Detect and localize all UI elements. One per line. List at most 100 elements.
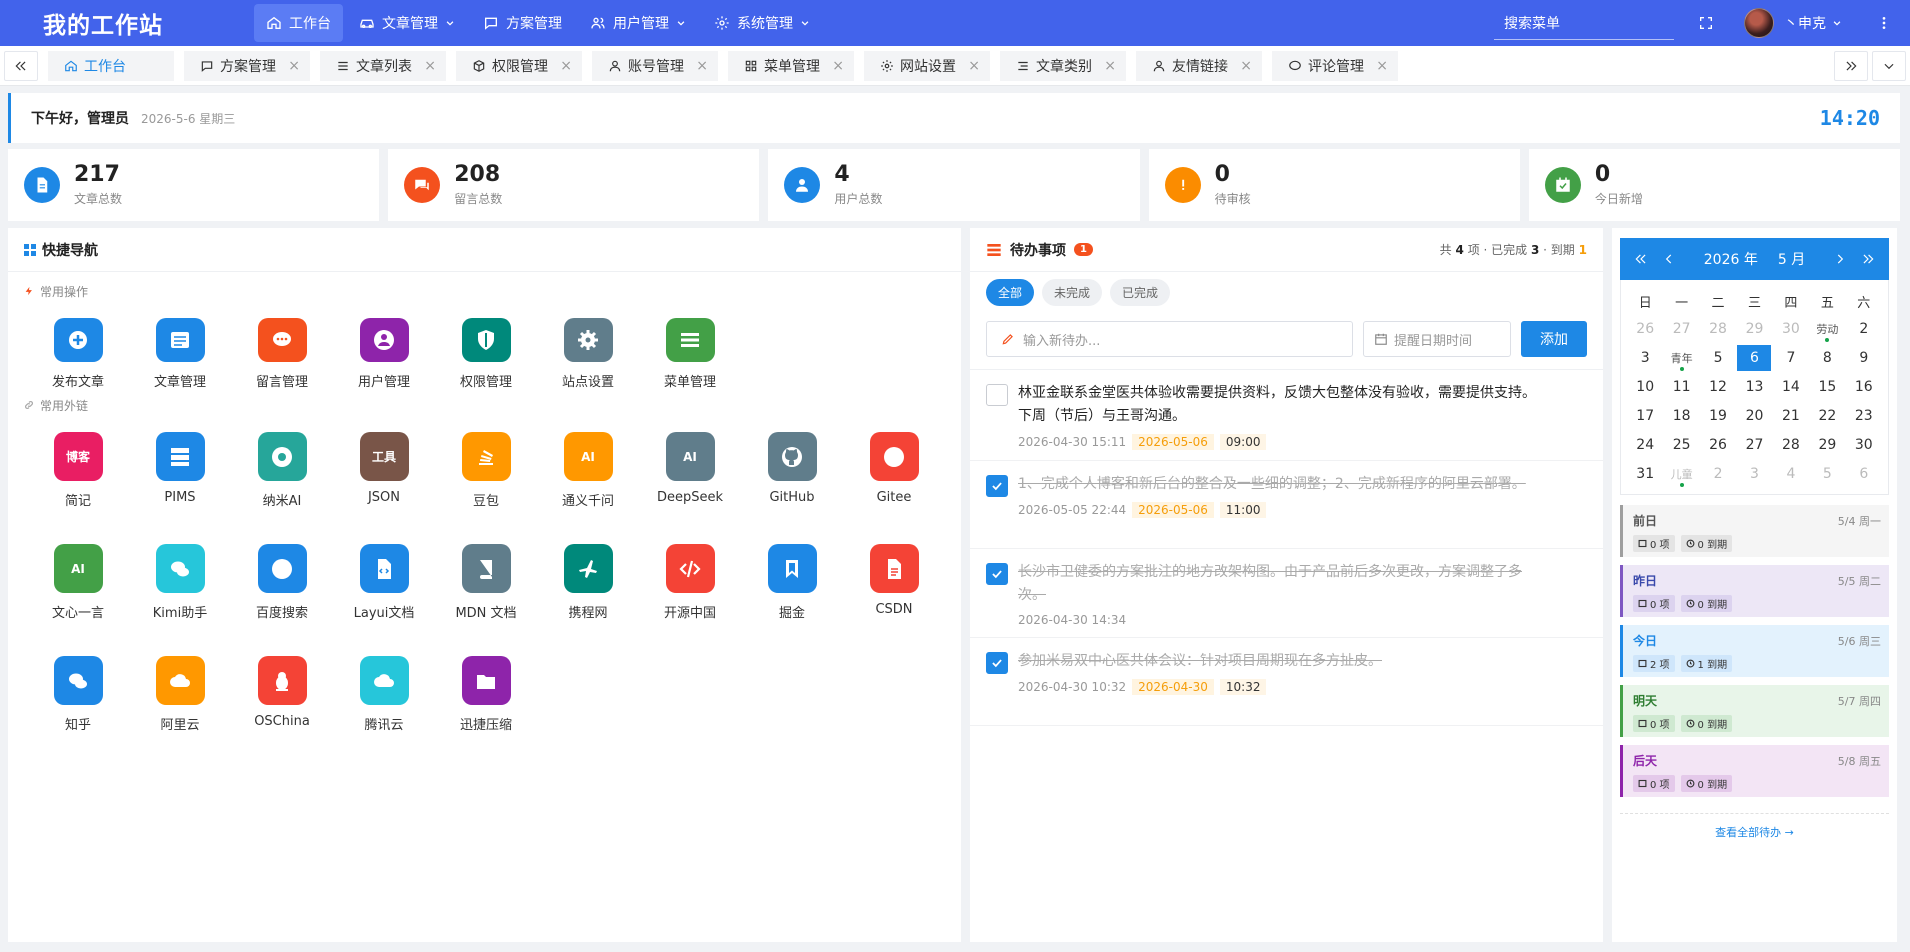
calendar-day[interactable]: 26 xyxy=(1627,314,1663,343)
calendar-day[interactable]: 28 xyxy=(1700,314,1736,343)
calendar-month[interactable]: 5 月 xyxy=(1778,249,1805,269)
next-month-icon[interactable] xyxy=(1833,252,1847,266)
quick-link[interactable]: 发布文章 xyxy=(27,300,129,390)
quick-link[interactable]: 用户管理 xyxy=(333,300,435,390)
day-card[interactable]: 前日 5/4 周一 0 项0 到期 xyxy=(1620,505,1889,557)
calendar-day[interactable]: 9 xyxy=(1846,343,1882,372)
add-todo-button[interactable]: 添加 xyxy=(1521,321,1587,357)
quick-link[interactable]: Kimi助手 xyxy=(129,526,231,638)
todo-text[interactable]: 林亚金联系金堂医共体验收需要提供资料，反馈大包整体没有验收，需要提供支持。下周（… xyxy=(1018,382,1537,428)
calendar-day[interactable]: 23 xyxy=(1846,401,1882,430)
quick-link[interactable]: AI 文心一言 xyxy=(27,526,129,638)
fullscreen-icon[interactable] xyxy=(1698,15,1714,31)
prev-month-icon[interactable] xyxy=(1662,252,1676,266)
tab-scroll-right-button[interactable] xyxy=(1834,50,1868,81)
quick-link[interactable]: 腾讯云 xyxy=(333,638,435,750)
quick-link[interactable]: 纳米AI xyxy=(231,414,333,526)
calendar-day[interactable]: 14 xyxy=(1773,372,1809,401)
todo-checkbox[interactable] xyxy=(986,652,1008,674)
tab-0[interactable]: 工作台 xyxy=(48,50,174,81)
stat-card[interactable]: 4 用户总数 xyxy=(768,149,1140,221)
close-icon[interactable]: × xyxy=(1104,58,1116,74)
quick-link[interactable]: OSChina xyxy=(231,638,333,750)
calendar-year[interactable]: 2026 年 xyxy=(1704,249,1758,269)
quick-link[interactable]: CSDN xyxy=(843,526,945,638)
stat-card[interactable]: 217 文章总数 xyxy=(8,149,380,221)
quick-link[interactable]: 站点设置 xyxy=(537,300,639,390)
todo-checkbox[interactable] xyxy=(986,475,1008,497)
tab-7[interactable]: 文章类别 × xyxy=(1000,50,1126,81)
day-card[interactable]: 今日 5/6 周三 2 项1 到期 xyxy=(1620,625,1889,677)
stat-card[interactable]: 0 今日新增 xyxy=(1528,149,1901,221)
calendar-day[interactable]: 28 xyxy=(1773,430,1809,459)
todo-text[interactable]: 1、完成个人博客和新后台的整合及一些细的调整；2、完成新程序的阿里云部署。 xyxy=(1018,473,1537,496)
quick-link[interactable]: PIMS xyxy=(129,414,231,526)
calendar-day[interactable]: 15 xyxy=(1809,372,1845,401)
avatar[interactable] xyxy=(1744,8,1774,38)
todo-text[interactable]: 参加米易双中心医共体会议：针对项目周期现在多方扯皮。 xyxy=(1018,650,1537,673)
quick-link[interactable]: 留言管理 xyxy=(231,300,333,390)
calendar-day[interactable]: 6 xyxy=(1846,459,1882,488)
calendar-day[interactable]: 2 xyxy=(1700,459,1736,488)
calendar-day[interactable]: 18 xyxy=(1663,401,1699,430)
todo-text[interactable]: 长沙市卫健委的方案批注的地方改架构图。由于产品前后多次更改，方案调整了多次。 xyxy=(1018,561,1537,607)
todo-checkbox[interactable] xyxy=(986,563,1008,585)
calendar-day[interactable]: 儿童 xyxy=(1663,459,1699,488)
nav-item-3[interactable]: 用户管理 xyxy=(578,4,698,42)
tab-options-button[interactable] xyxy=(1872,50,1906,81)
tab-9[interactable]: 评论管理 × xyxy=(1272,50,1398,81)
quick-link[interactable]: 知乎 xyxy=(27,638,129,750)
calendar-day[interactable]: 5 xyxy=(1809,459,1845,488)
nav-item-1[interactable]: 文章管理 xyxy=(347,4,467,42)
calendar-day[interactable]: 11 xyxy=(1663,372,1699,401)
remind-date-input[interactable]: 提醒日期时间 xyxy=(1363,321,1511,357)
prev-year-icon[interactable] xyxy=(1634,252,1648,266)
calendar-day[interactable]: 10 xyxy=(1627,372,1663,401)
user-menu[interactable]: 丶申克 xyxy=(1784,13,1842,33)
quick-link[interactable]: GitHub xyxy=(741,414,843,526)
calendar-day[interactable]: 青年 xyxy=(1663,343,1699,372)
more-vertical-icon[interactable] xyxy=(1876,15,1892,31)
calendar-day[interactable]: 3 xyxy=(1627,343,1663,372)
next-year-icon[interactable] xyxy=(1861,252,1875,266)
tab-6[interactable]: 网站设置 × xyxy=(864,50,990,81)
tab-3[interactable]: 权限管理 × xyxy=(456,50,582,81)
view-all-todos-link[interactable]: 查看全部待办 → xyxy=(1620,813,1889,840)
calendar-day[interactable]: 8 xyxy=(1809,343,1845,372)
calendar-day[interactable]: 20 xyxy=(1736,401,1772,430)
quick-link[interactable]: AI 通义千问 xyxy=(537,414,639,526)
quick-link[interactable]: MDN 文档 xyxy=(435,526,537,638)
quick-link[interactable]: 携程网 xyxy=(537,526,639,638)
calendar-day[interactable]: 19 xyxy=(1700,401,1736,430)
close-icon[interactable]: × xyxy=(1240,58,1252,74)
calendar-day[interactable]: 4 xyxy=(1773,459,1809,488)
brand-title[interactable]: 我的工作站 xyxy=(0,6,254,40)
tab-1[interactable]: 方案管理 × xyxy=(184,50,310,81)
quick-link[interactable]: 豆包 xyxy=(435,414,537,526)
close-icon[interactable]: × xyxy=(424,58,436,74)
quick-link[interactable]: 权限管理 xyxy=(435,300,537,390)
quick-link[interactable]: 工具 JSON xyxy=(333,414,435,526)
calendar-day[interactable]: 26 xyxy=(1700,430,1736,459)
calendar-day[interactable]: 22 xyxy=(1809,401,1845,430)
quick-link[interactable]: 博客 简记 xyxy=(27,414,129,526)
close-icon[interactable]: × xyxy=(968,58,980,74)
close-icon[interactable]: × xyxy=(560,58,572,74)
stat-card[interactable]: 208 留言总数 xyxy=(388,149,760,221)
day-card[interactable]: 后天 5/8 周五 0 项0 到期 xyxy=(1620,745,1889,797)
filter-0[interactable]: 全部 xyxy=(986,279,1035,306)
calendar-day[interactable]: 25 xyxy=(1663,430,1699,459)
calendar-day[interactable]: 30 xyxy=(1773,314,1809,343)
calendar-day[interactable]: 31 xyxy=(1627,459,1663,488)
calendar-day[interactable]: 12 xyxy=(1700,372,1736,401)
close-icon[interactable]: × xyxy=(832,58,844,74)
calendar-day[interactable]: 24 xyxy=(1627,430,1663,459)
calendar-day[interactable]: 7 xyxy=(1773,343,1809,372)
close-icon[interactable]: × xyxy=(696,58,708,74)
nav-item-0[interactable]: 工作台 xyxy=(254,4,343,42)
tab-scroll-left-button[interactable] xyxy=(4,50,38,81)
nav-item-2[interactable]: 方案管理 xyxy=(471,4,574,42)
calendar-day[interactable]: 21 xyxy=(1773,401,1809,430)
quick-link[interactable]: 文章管理 xyxy=(129,300,231,390)
nav-item-4[interactable]: 系统管理 xyxy=(702,4,822,42)
